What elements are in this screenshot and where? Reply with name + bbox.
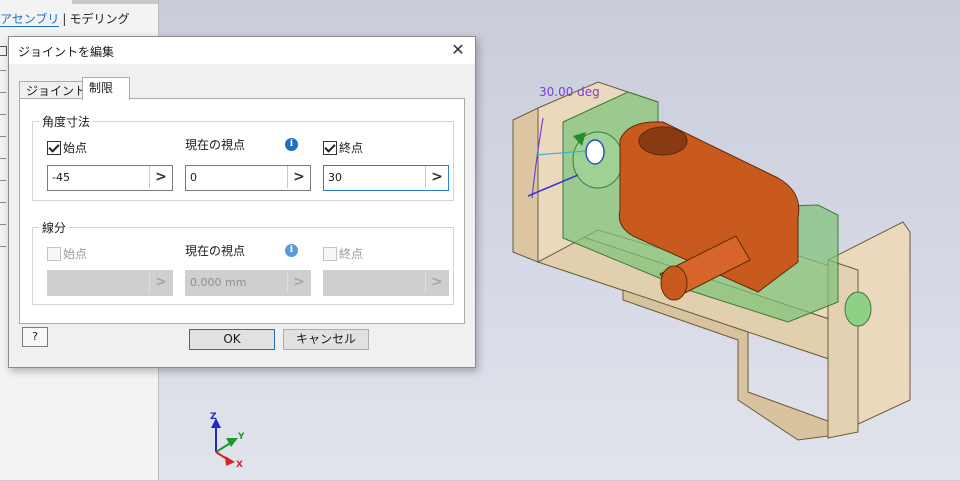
tab-assembly[interactable]: アセンブリ bbox=[0, 12, 60, 27]
angle-start-label: 始点 bbox=[63, 141, 88, 155]
chevron-right-icon[interactable]: > bbox=[149, 271, 172, 293]
tree-line bbox=[0, 136, 6, 137]
linear-end-checkbox[interactable] bbox=[323, 247, 337, 261]
tree-line bbox=[0, 202, 6, 203]
limits-tab-page: 角度寸法 始点 現在の視点 i 終点 -45 > 0 > 30 > 線分 始点 … bbox=[19, 98, 465, 324]
left-upright-side bbox=[512, 107, 539, 263]
angle-dimension-label[interactable]: 30.00 deg bbox=[539, 85, 600, 99]
tree-line bbox=[0, 180, 6, 181]
angle-end-value: 30 bbox=[328, 171, 342, 184]
help-icon[interactable]: ? bbox=[22, 327, 48, 347]
view-triad: Z Y X bbox=[198, 412, 268, 478]
joint-glyph bbox=[585, 139, 605, 165]
linear-end-input[interactable]: > bbox=[323, 270, 449, 296]
linear-group-title: 線分 bbox=[39, 219, 70, 236]
linear-end-label: 終点 bbox=[339, 247, 364, 261]
tab-modeling[interactable]: モデリング bbox=[69, 12, 129, 26]
angle-end-input[interactable]: 30 > bbox=[323, 165, 449, 191]
angle-end-checkbox[interactable] bbox=[323, 141, 337, 155]
close-icon[interactable]: ✕ bbox=[447, 39, 469, 61]
tree-node-icon bbox=[0, 46, 7, 56]
tab-separator: | bbox=[62, 12, 67, 26]
linear-current-input[interactable]: 0.000 mm > bbox=[185, 270, 311, 296]
triad-y-label: Y bbox=[238, 432, 245, 442]
chevron-right-icon[interactable]: > bbox=[425, 166, 448, 188]
linear-dimension-group: 線分 始点 現在の視点 i 終点 > 0.000 mm > > bbox=[32, 219, 454, 305]
linear-current-label: 現在の視点 bbox=[185, 244, 246, 258]
browser-top-bar bbox=[72, 0, 158, 4]
triad-z-label: Z bbox=[210, 412, 217, 422]
chevron-right-icon[interactable]: > bbox=[425, 271, 448, 293]
info-icon[interactable]: i bbox=[285, 244, 298, 257]
edit-joint-dialog: ジョイントを編集 ✕ ジョイント 制限 角度寸法 始点 現在の視点 i 終点 -… bbox=[8, 36, 476, 368]
angle-current-input[interactable]: 0 > bbox=[185, 165, 311, 191]
info-icon[interactable]: i bbox=[285, 138, 298, 151]
cancel-button[interactable]: キャンセル bbox=[283, 329, 369, 350]
orange-arm-hole bbox=[638, 126, 688, 156]
tab-limits[interactable]: 制限 bbox=[82, 77, 130, 100]
orange-pin-end bbox=[660, 265, 688, 301]
tree-line bbox=[0, 224, 6, 225]
chevron-right-icon[interactable]: > bbox=[287, 166, 310, 188]
angle-start-value: -45 bbox=[52, 171, 70, 184]
angle-end-label: 終点 bbox=[339, 141, 364, 155]
linear-start-checkbox[interactable] bbox=[47, 247, 61, 261]
chevron-right-icon[interactable]: > bbox=[149, 166, 172, 188]
tree-line bbox=[0, 70, 6, 71]
angle-start-checkbox[interactable] bbox=[47, 141, 61, 155]
angle-start-input[interactable]: -45 > bbox=[47, 165, 173, 191]
triad-x-label: X bbox=[236, 460, 243, 470]
tree-line bbox=[0, 158, 6, 159]
angle-group-title: 角度寸法 bbox=[39, 113, 94, 130]
linear-current-value: 0.000 mm bbox=[190, 276, 247, 289]
angle-dimension-group: 角度寸法 始点 現在の視点 i 終点 -45 > 0 > 30 > bbox=[32, 113, 454, 201]
ok-button[interactable]: OK bbox=[189, 329, 275, 350]
right-bore bbox=[844, 291, 872, 327]
linear-start-input[interactable]: > bbox=[47, 270, 173, 296]
tree-line bbox=[0, 246, 6, 247]
browser-tabs: アセンブリ | モデリング bbox=[0, 10, 129, 27]
dialog-titlebar[interactable]: ジョイントを編集 ✕ bbox=[9, 37, 475, 64]
angle-current-label: 現在の視点 bbox=[185, 138, 246, 152]
dialog-title: ジョイントを編集 bbox=[18, 45, 115, 59]
angle-current-value: 0 bbox=[190, 171, 197, 184]
chevron-right-icon[interactable]: > bbox=[287, 271, 310, 293]
tree-line bbox=[0, 114, 6, 115]
tree-line bbox=[0, 92, 6, 93]
linear-start-label: 始点 bbox=[63, 247, 88, 261]
